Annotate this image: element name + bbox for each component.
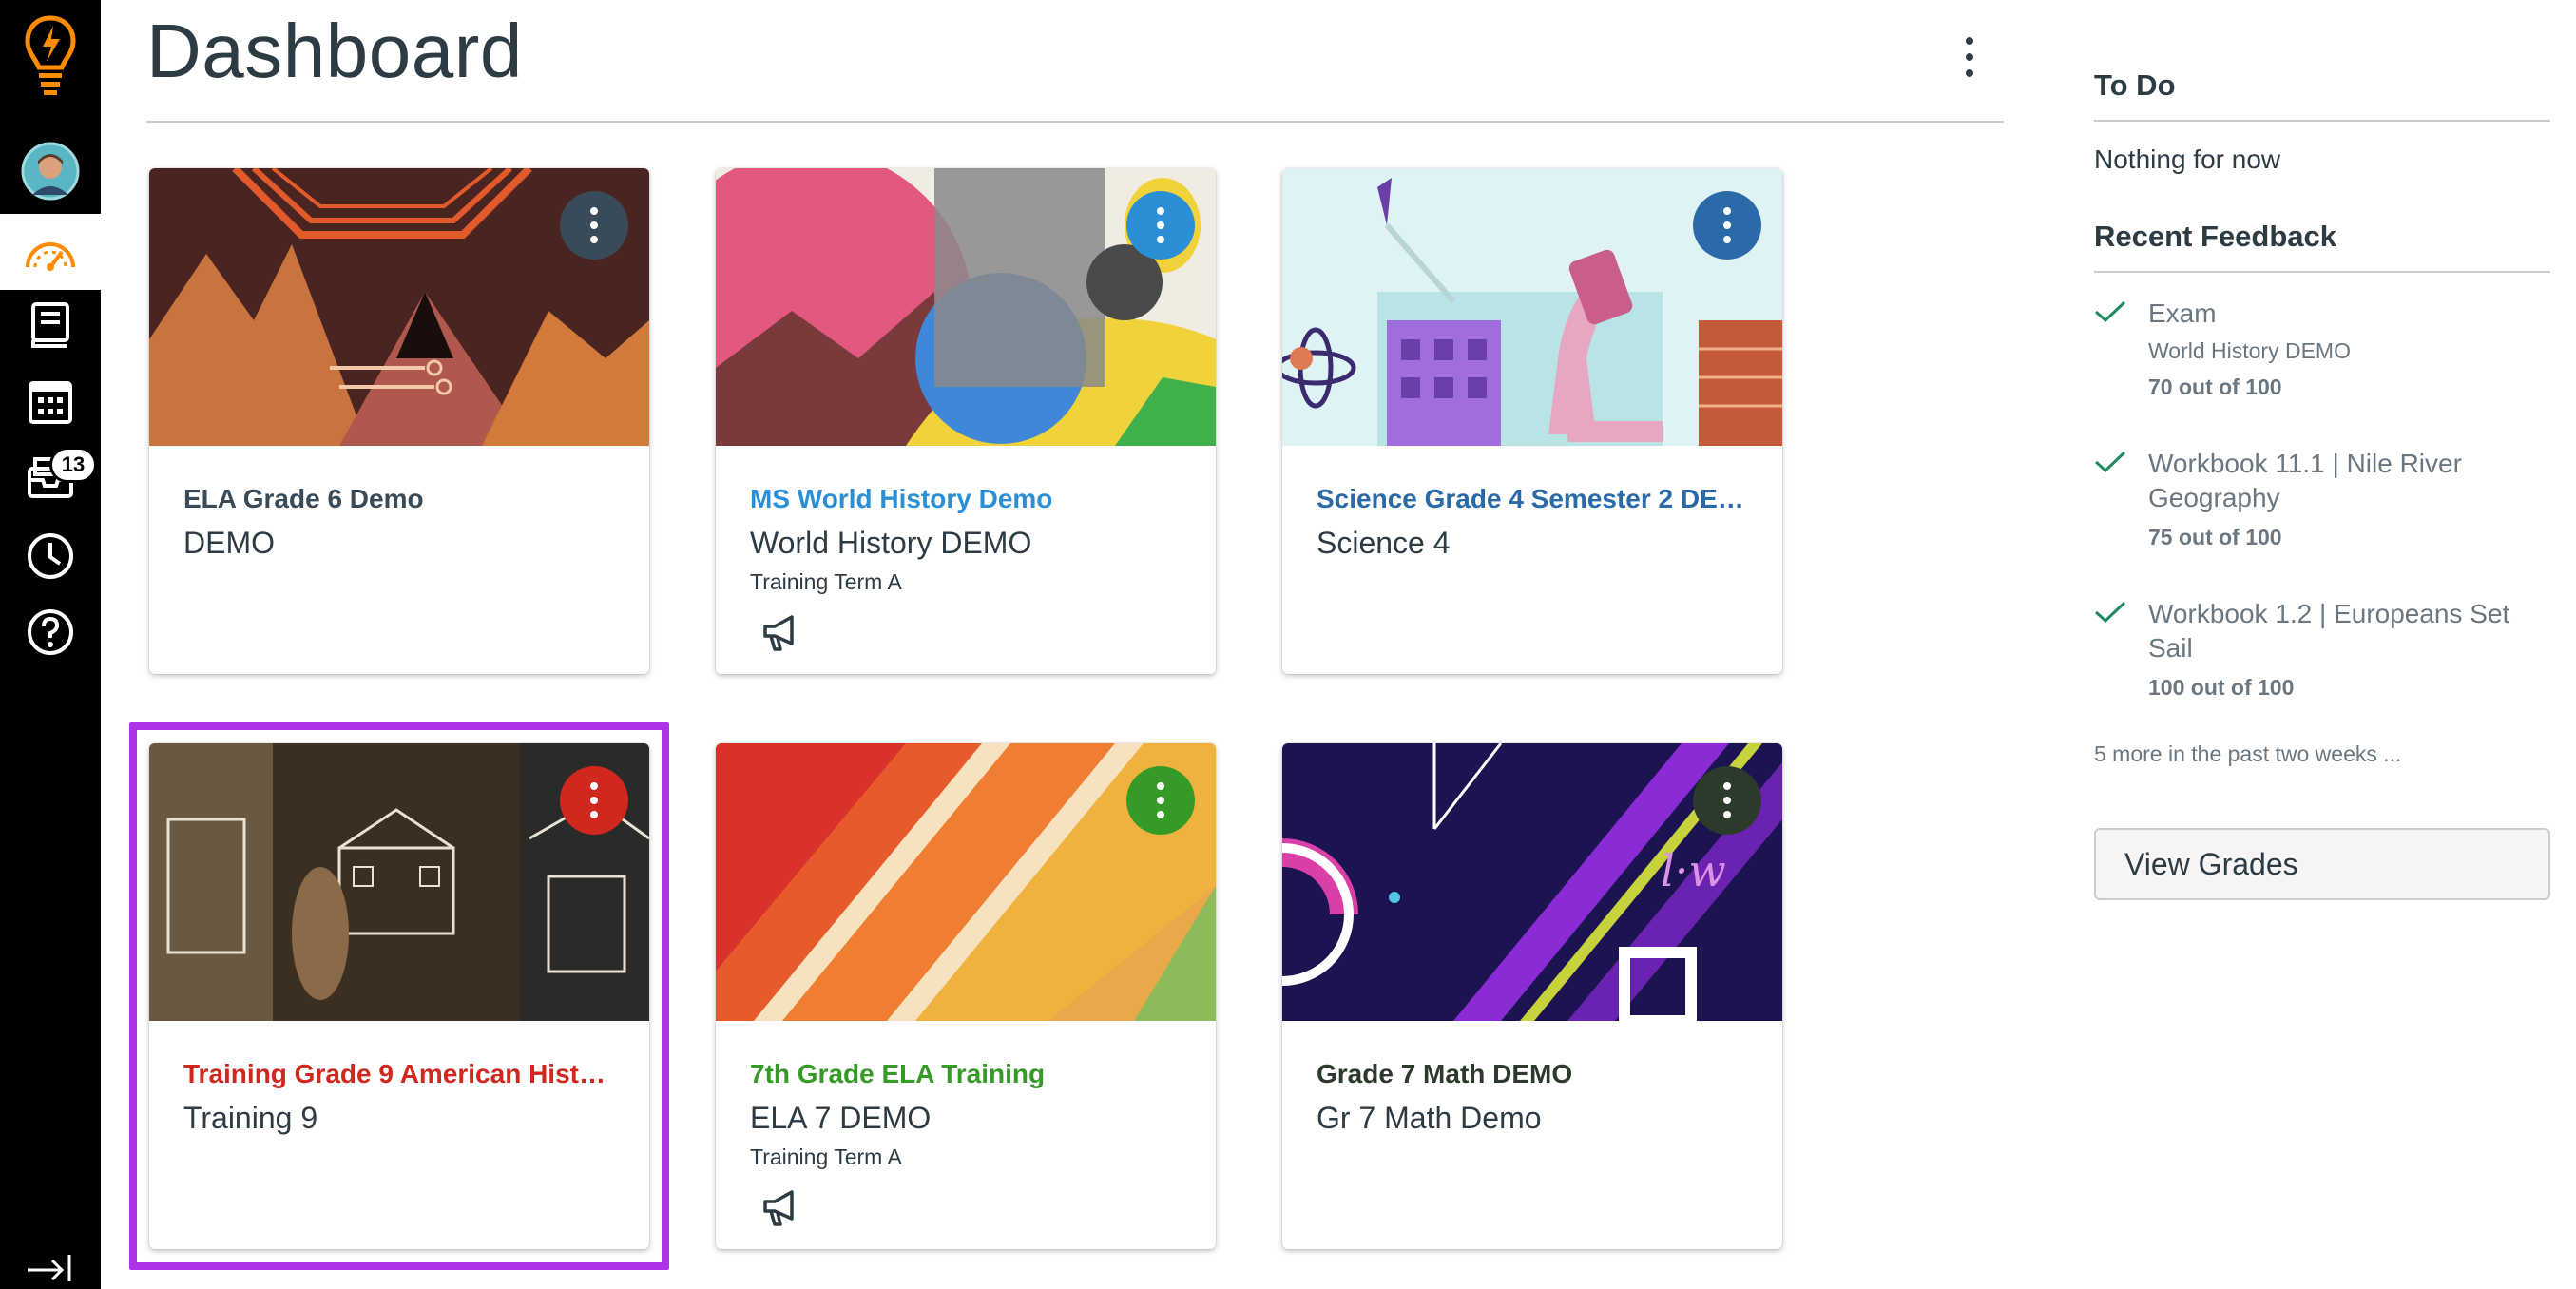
card-options-button[interactable]: [1126, 766, 1195, 835]
global-nav: 13: [0, 0, 101, 1289]
avatar[interactable]: [0, 133, 101, 209]
dashboard-icon[interactable]: [0, 214, 101, 290]
announcement-icon[interactable]: [759, 611, 801, 653]
announcement-icon[interactable]: [759, 1186, 801, 1228]
header-divider: [146, 121, 2004, 123]
logo-icon[interactable]: [0, 10, 101, 105]
course-title[interactable]: Science Grade 4 Semester 2 DEMO: [1317, 484, 1754, 514]
collapse-nav-icon[interactable]: [0, 1245, 101, 1289]
course-code: ELA 7 DEMO: [750, 1101, 932, 1135]
feedback-item-course: World History DEMO: [2148, 338, 2351, 363]
course-card[interactable]: Science Grade 4 Semester 2 DEMO Science …: [1282, 168, 1782, 674]
card-options-button[interactable]: [1693, 766, 1761, 835]
checkmark-icon: [2094, 601, 2126, 624]
course-title[interactable]: MS World History Demo: [750, 484, 1187, 514]
feedback-item-title[interactable]: Workbook 11.1 | Nile River Geography: [2148, 447, 2547, 515]
dashboard-options-button[interactable]: [1951, 29, 1989, 86]
card-options-button[interactable]: [1693, 191, 1761, 260]
feedback-item-score: 75 out of 100: [2148, 525, 2282, 549]
course-card[interactable]: MS World History Demo World History DEMO…: [716, 168, 1216, 674]
course-title[interactable]: 7th Grade ELA Training: [750, 1059, 1187, 1089]
checkmark-icon: [2094, 300, 2126, 323]
card-options-button[interactable]: [1126, 191, 1195, 260]
more-feedback-text: 5 more in the past two weeks ...: [2094, 741, 2402, 766]
course-title[interactable]: Grade 7 Math DEMO: [1317, 1059, 1754, 1089]
course-code: World History DEMO: [750, 526, 1032, 560]
feedback-divider: [2094, 271, 2550, 273]
courses-icon[interactable]: [0, 287, 101, 363]
course-card[interactable]: l·w Grade 7 Math DEMO Gr 7 Math Demo: [1282, 743, 1782, 1249]
svg-text:l·w: l·w: [1661, 845, 1726, 896]
card-options-button[interactable]: [560, 191, 628, 260]
view-grades-button[interactable]: View Grades: [2094, 828, 2550, 900]
course-title[interactable]: ELA Grade 6 Demo: [183, 484, 621, 514]
course-term: Training Term A: [750, 1145, 902, 1169]
course-code: Science 4: [1317, 526, 1451, 560]
history-icon[interactable]: [0, 518, 101, 594]
calendar-icon[interactable]: [0, 363, 101, 439]
course-code: Gr 7 Math Demo: [1317, 1101, 1542, 1135]
feedback-item-title[interactable]: Exam: [2148, 297, 2547, 331]
course-code: DEMO: [183, 526, 275, 560]
recent-feedback-heading: Recent Feedback: [2094, 220, 2336, 253]
inbox-badge: 13: [49, 447, 97, 483]
feedback-item-score: 100 out of 100: [2148, 675, 2295, 700]
todo-divider: [2094, 120, 2550, 122]
card-focus-ring: [129, 722, 669, 1270]
checkmark-icon: [2094, 451, 2126, 473]
help-icon[interactable]: [0, 594, 101, 670]
course-card[interactable]: 7th Grade ELA Training ELA 7 DEMO Traini…: [716, 743, 1216, 1249]
todo-heading: To Do: [2094, 68, 2176, 102]
course-card[interactable]: ELA Grade 6 Demo DEMO: [149, 168, 649, 674]
feedback-item-score: 70 out of 100: [2148, 375, 2282, 399]
feedback-item-title[interactable]: Workbook 1.2 | Europeans Set Sail: [2148, 597, 2547, 665]
todo-empty-text: Nothing for now: [2094, 144, 2281, 174]
course-term: Training Term A: [750, 569, 902, 594]
page-title: Dashboard: [146, 9, 523, 93]
